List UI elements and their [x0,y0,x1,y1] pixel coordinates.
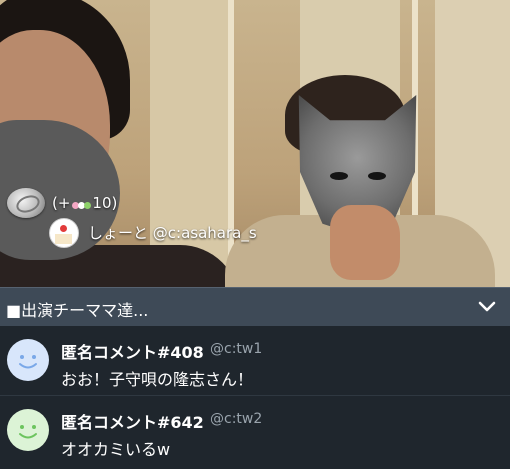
gift-count: (+ 10) [52,194,117,213]
hand [330,205,400,280]
comment-item[interactable]: 匿名コメント#642 @c:tw2 オオカミいるw [0,395,510,464]
gift-user[interactable]: しょーと @c:asahara_s [88,222,257,243]
gift-count-value: 10) [92,194,118,212]
comment-text: おお！子守唄の隆志さん！ [61,370,254,389]
coin-icon [7,188,45,218]
gift-user-handle: @c:asahara_s [152,224,257,242]
dango-icon [72,195,92,213]
comment-text: オオカミいるw [61,440,171,459]
comment-handle[interactable]: @c:tw2 [210,411,262,427]
comment-author: 匿名コメント#642 [61,413,204,432]
header-title: ■出演チーママ達... [6,301,149,320]
chevron-down-icon[interactable] [478,300,496,314]
wolf-eye [330,172,348,180]
comment-item[interactable]: 匿名コメント#408 @c:tw1 おお！子守唄の隆志さん！ [0,326,510,394]
comment-handle[interactable]: @c:tw1 [210,341,262,357]
gift-count-prefix: (+ [52,194,71,212]
wall-panel [150,0,230,287]
smiley-avatar-icon [7,409,49,451]
gift-user-name: しょーと [88,224,149,242]
comment-header-bar[interactable]: ■出演チーママ達... [0,287,510,326]
cake-avatar-icon[interactable] [49,218,79,248]
comment-author: 匿名コメント#408 [61,343,204,362]
wolf-eye [368,172,386,180]
smiley-avatar-icon [7,339,49,381]
video-stream[interactable]: (+ 10) しょーと @c:asahara_s [0,0,510,287]
